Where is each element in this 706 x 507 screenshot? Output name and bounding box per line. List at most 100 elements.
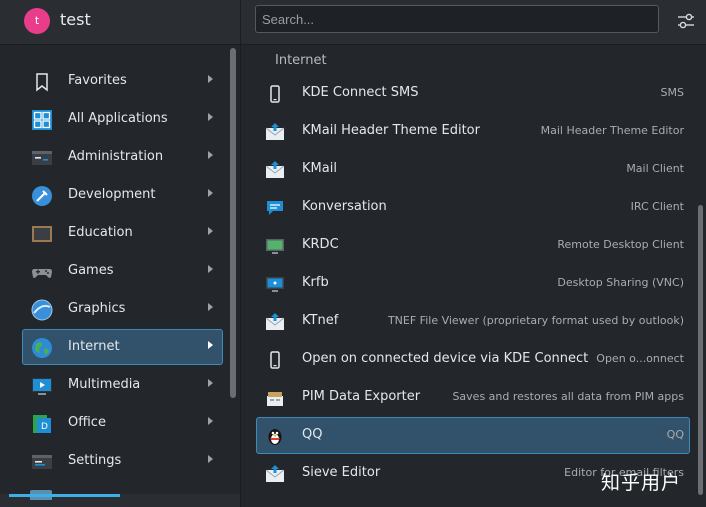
- category-education[interactable]: Education: [22, 215, 223, 251]
- chevron-right-icon: [208, 341, 213, 349]
- grid-icon: [32, 110, 52, 130]
- category-label: Multimedia: [68, 377, 141, 392]
- category-label: All Applications: [68, 111, 168, 126]
- app-description: Saves and restores all data from PIM app…: [452, 390, 684, 403]
- app-ktnef[interactable]: KTnef TNEF File Viewer (proprietary form…: [256, 303, 690, 340]
- app-qq[interactable]: QQ QQ: [256, 417, 690, 454]
- category-graphics[interactable]: Graphics: [22, 291, 223, 327]
- mail-icon: [265, 123, 285, 140]
- app-description: IRC Client: [630, 200, 684, 213]
- app-name: Krfb: [302, 275, 329, 290]
- app-description: QQ: [666, 428, 684, 441]
- chevron-right-icon: [208, 379, 213, 387]
- category-label: Graphics: [68, 301, 126, 316]
- app-name: Konversation: [302, 199, 387, 214]
- category-favorites[interactable]: Favorites: [22, 63, 223, 99]
- category-label: Settings: [68, 453, 122, 468]
- phone-icon: [270, 351, 280, 369]
- category-label: Administration: [68, 149, 164, 164]
- chat-icon: [267, 201, 283, 215]
- user-header: t test: [0, 0, 240, 45]
- category-multimedia[interactable]: Multimedia: [22, 367, 223, 403]
- category-development[interactable]: Development: [22, 177, 223, 213]
- desktop-sharing-icon: [266, 277, 284, 292]
- app-name: Open on connected device via KDE Connect: [302, 351, 589, 366]
- phone-icon: [270, 85, 280, 103]
- avatar[interactable]: t: [24, 8, 50, 34]
- application-list: Internet KDE Connect SMS SMS KMail Heade…: [241, 45, 706, 507]
- configure-icon[interactable]: [675, 10, 697, 32]
- app-description: Mail Client: [626, 162, 684, 175]
- globe-icon: [32, 338, 52, 358]
- remote-desktop-icon: [266, 239, 284, 254]
- app-description: Desktop Sharing (VNC): [557, 276, 684, 289]
- graphics-icon: [31, 299, 53, 321]
- app-pim-data-exporter[interactable]: PIM Data Exporter Saves and restores all…: [256, 379, 690, 416]
- chalkboard-icon: [32, 226, 52, 242]
- penguin-icon: [268, 429, 282, 445]
- category-all-applications[interactable]: All Applications: [22, 101, 223, 137]
- horizontal-scroll-indicator[interactable]: [9, 494, 120, 497]
- app-name: Sieve Editor: [302, 465, 381, 480]
- category-label: Internet: [68, 339, 120, 354]
- category-label: Development: [68, 187, 156, 202]
- chevron-right-icon: [208, 455, 213, 463]
- section-header: Internet: [275, 53, 327, 68]
- app-name: KMail: [302, 161, 337, 176]
- bookmark-icon: [36, 73, 48, 92]
- app-description: SMS: [660, 86, 684, 99]
- application-scrollbar[interactable]: [698, 205, 703, 495]
- chevron-right-icon: [208, 113, 213, 121]
- archive-icon: [267, 392, 283, 406]
- category-internet[interactable]: Internet: [22, 329, 223, 365]
- app-kde-connect-sms[interactable]: KDE Connect SMS SMS: [256, 75, 690, 112]
- category-label: Games: [68, 263, 114, 278]
- terminal-icon: [32, 151, 52, 165]
- mail-icon: [265, 161, 285, 178]
- app-name: QQ: [302, 427, 323, 442]
- mail-icon: [265, 465, 285, 482]
- category-settings[interactable]: Settings: [22, 443, 223, 479]
- category-label: Favorites: [68, 73, 127, 88]
- watermark: 知乎用户: [601, 472, 682, 494]
- app-name: KRDC: [302, 237, 339, 252]
- category-games[interactable]: Games: [22, 253, 223, 289]
- chevron-right-icon: [208, 303, 213, 311]
- chevron-right-icon: [208, 417, 213, 425]
- search-header: [241, 0, 706, 45]
- chevron-right-icon: [208, 75, 213, 83]
- application-launcher: t test Favorites: [0, 0, 706, 507]
- app-name: PIM Data Exporter: [302, 389, 421, 404]
- app-description: Remote Desktop Client: [557, 238, 684, 251]
- office-icon: D: [33, 415, 51, 433]
- gamepad-icon: [32, 269, 52, 278]
- chevron-right-icon: [208, 265, 213, 273]
- app-kmail[interactable]: KMail Mail Client: [256, 151, 690, 188]
- search-input[interactable]: [255, 5, 659, 33]
- app-krdc[interactable]: KRDC Remote Desktop Client: [256, 227, 690, 264]
- svg-text:D: D: [41, 422, 48, 432]
- mail-icon: [265, 313, 285, 330]
- multimedia-icon: [32, 378, 52, 395]
- settings-icon: [32, 455, 52, 469]
- category-list: Favorites All Applications Administratio…: [0, 45, 240, 507]
- chevron-right-icon: [208, 227, 213, 235]
- chevron-right-icon: [208, 151, 213, 159]
- app-krfb[interactable]: Krfb Desktop Sharing (VNC): [256, 265, 690, 302]
- category-scrollbar[interactable]: [230, 48, 236, 398]
- app-name: KMail Header Theme Editor: [302, 123, 480, 138]
- app-open-on-connected-device[interactable]: Open on connected device via KDE Connect…: [256, 341, 690, 378]
- category-office[interactable]: D Office: [22, 405, 223, 441]
- app-name: KDE Connect SMS: [302, 85, 419, 100]
- development-icon: [32, 186, 52, 206]
- app-description: Open o...onnect: [596, 352, 684, 365]
- username: test: [60, 10, 91, 29]
- app-name: KTnef: [302, 313, 339, 328]
- category-administration[interactable]: Administration: [22, 139, 223, 175]
- app-description: TNEF File Viewer (proprietary format use…: [387, 314, 684, 327]
- category-label: Office: [68, 415, 106, 430]
- app-konversation[interactable]: Konversation IRC Client: [256, 189, 690, 226]
- category-label: Education: [68, 225, 133, 240]
- app-kmail-header-theme-editor[interactable]: KMail Header Theme Editor Mail Header Th…: [256, 113, 690, 150]
- chevron-right-icon: [208, 189, 213, 197]
